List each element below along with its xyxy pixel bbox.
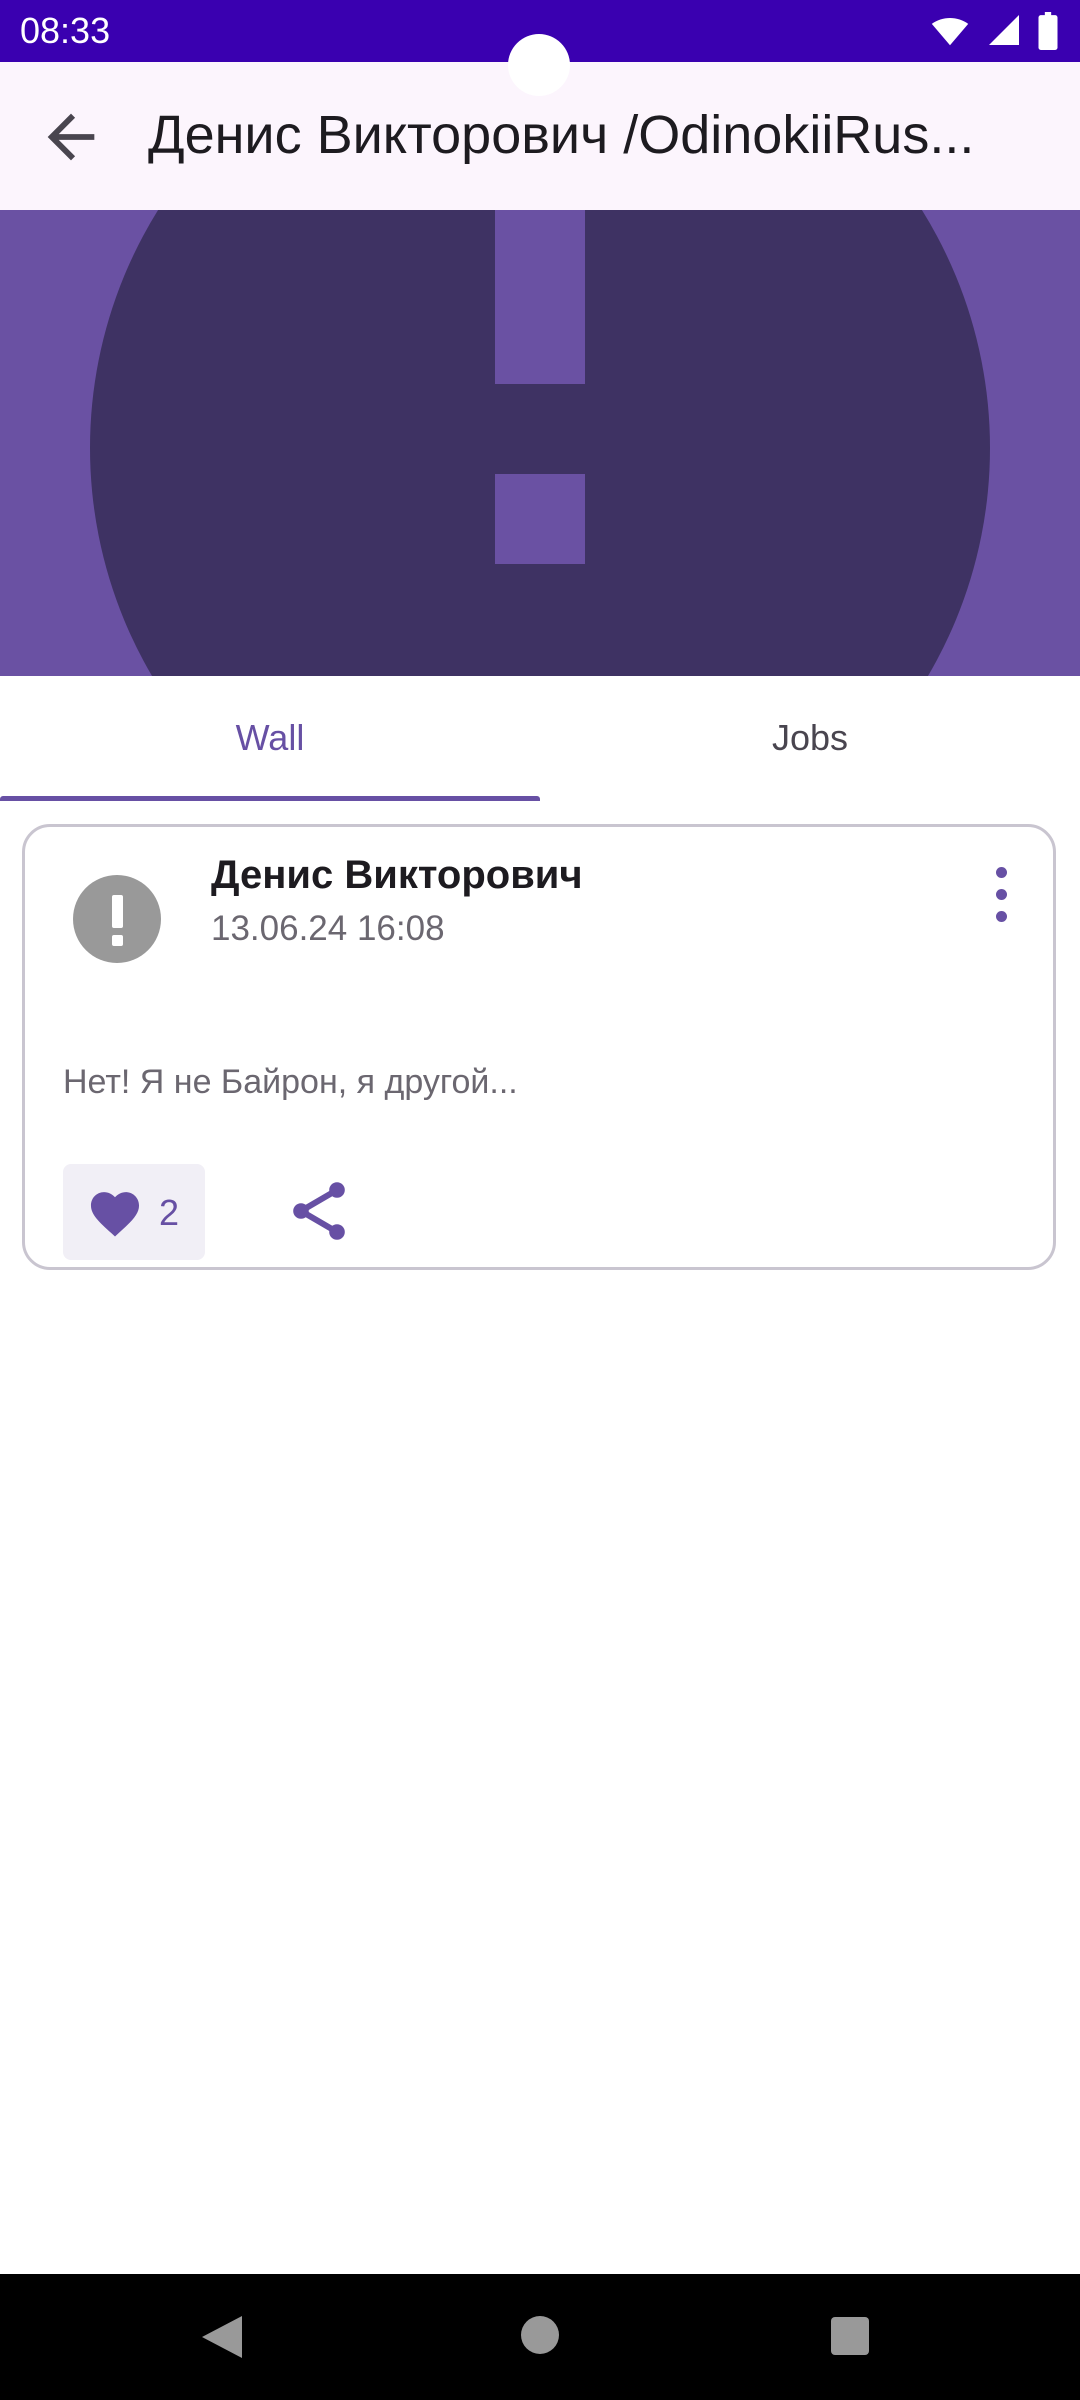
status-time: 08:33 bbox=[20, 10, 111, 51]
post-card[interactable]: Денис Викторович 13.06.24 16:08 Нет! Я н… bbox=[22, 824, 1056, 1270]
system-nav-bar bbox=[0, 2274, 1080, 2400]
back-button[interactable] bbox=[36, 102, 106, 172]
share-icon bbox=[293, 1182, 345, 1240]
heart-icon bbox=[90, 1192, 140, 1237]
tab-bar: Wall Jobs bbox=[0, 676, 1080, 801]
tab-jobs[interactable]: Jobs bbox=[540, 676, 1080, 800]
like-button[interactable]: 2 bbox=[63, 1164, 205, 1260]
nav-home-icon[interactable] bbox=[521, 2316, 559, 2354]
more-vert-icon-dot bbox=[996, 911, 1007, 922]
avatar[interactable] bbox=[73, 875, 161, 963]
nav-back-icon[interactable] bbox=[200, 2314, 244, 2360]
post-date: 13.06.24 16:08 bbox=[211, 909, 445, 948]
more-options-button[interactable] bbox=[987, 863, 1017, 927]
exclamation-dot bbox=[495, 474, 585, 564]
battery-icon bbox=[1038, 12, 1058, 50]
exclamation-dot bbox=[112, 935, 123, 946]
arrow-back-icon bbox=[47, 113, 95, 161]
post-text: Нет! Я не Байрон, я другой... bbox=[63, 1063, 518, 1101]
signal-icon bbox=[988, 15, 1019, 45]
page-title: Денис Викторович /OdinokiiRus... bbox=[148, 105, 975, 165]
more-vert-icon bbox=[996, 867, 1007, 878]
exclamation-icon bbox=[495, 210, 585, 384]
tab-indicator bbox=[0, 796, 540, 801]
camera-cutout bbox=[508, 34, 570, 96]
status-icons bbox=[919, 12, 1058, 50]
like-count: 2 bbox=[159, 1192, 180, 1233]
exclamation-icon bbox=[112, 895, 123, 928]
profile-header-image bbox=[0, 210, 1080, 676]
post-author: Денис Викторович bbox=[211, 853, 583, 897]
more-vert-icon-dot bbox=[996, 889, 1007, 900]
tab-wall[interactable]: Wall bbox=[0, 676, 540, 800]
nav-recents-icon[interactable] bbox=[831, 2317, 869, 2355]
share-button[interactable] bbox=[283, 1175, 355, 1247]
wifi-icon bbox=[931, 17, 969, 46]
